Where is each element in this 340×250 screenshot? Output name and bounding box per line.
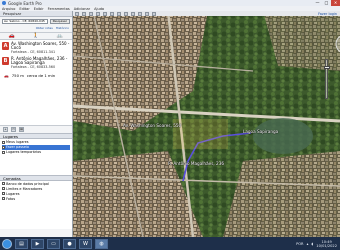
- checkbox[interactable]: [2, 151, 5, 154]
- folder-icon[interactable]: ▭: [11, 127, 16, 132]
- places-item-label: Lugares temporários: [6, 150, 42, 154]
- layers-item-label: Limites e Marcadores: [6, 187, 43, 191]
- history-icon[interactable]: [117, 11, 121, 16]
- search-panel-title: Pesquisar: [3, 11, 22, 16]
- route-end-title: R. Antônio Magalhães, 236 - Lagoa Sapira…: [11, 56, 68, 65]
- map-label-lagoa[interactable]: Lagoa Sapiranga: [243, 129, 278, 134]
- overlay-icon[interactable]: [103, 11, 107, 16]
- search-input[interactable]: Av. Sabino - CE, 60840-045: [2, 19, 48, 24]
- marker-b-icon: B: [2, 57, 9, 65]
- satellite-imagery: [73, 11, 340, 237]
- checkbox[interactable]: [2, 197, 5, 200]
- tour-icon[interactable]: [110, 11, 114, 16]
- checkbox[interactable]: [2, 182, 5, 185]
- search-row: Av. Sabino - CE, 60840-045 Pesquisar: [0, 17, 72, 26]
- add-icon[interactable]: +: [3, 127, 8, 132]
- menu-view[interactable]: Exibir: [34, 7, 44, 11]
- route-end-text: R. Antônio Magalhães, 236 - Lagoa Sapira…: [11, 56, 70, 70]
- sidebar-toolstrip: + ▭ ▤: [0, 126, 72, 133]
- menu-add[interactable]: Adicionar: [74, 7, 90, 11]
- google-earth-icon: [2, 1, 6, 5]
- clock-date: 10/01/2022: [316, 243, 337, 248]
- clock[interactable]: 10:49 10/01/2022: [316, 240, 337, 248]
- taskbar-folder-icon[interactable]: ▭: [47, 238, 60, 249]
- bike-icon[interactable]: 🚲: [57, 33, 63, 39]
- marker-a-icon: A: [2, 42, 9, 50]
- taskbar-media-icon[interactable]: ▶: [31, 238, 44, 249]
- route-distance: 750 m: [11, 73, 24, 78]
- car-icon: 🚗: [4, 73, 9, 78]
- history-link[interactable]: Histórico: [56, 26, 69, 30]
- planets-icon[interactable]: [131, 11, 135, 16]
- checkbox[interactable]: [2, 141, 5, 144]
- print-icon[interactable]: ▤: [19, 127, 24, 132]
- walk-icon[interactable]: 🚶: [33, 33, 39, 39]
- route-end-sub: Fortaleza - CE, 60833-560: [11, 65, 56, 69]
- route-end[interactable]: B R. Antônio Magalhães, 236 - Lagoa Sapi…: [2, 57, 70, 69]
- taskbar: ▤ ▶ ▭ ● W ◍ POR ▴ ◖ 10:49 10/01/2022: [0, 237, 340, 250]
- layers-title: Camadas: [3, 175, 21, 181]
- route-start-sub: Fortaleza - CE, 60811-341: [11, 50, 56, 54]
- system-tray: POR ▴ ◖ 10:49 10/01/2022: [296, 240, 337, 248]
- polygon-icon[interactable]: [89, 11, 93, 16]
- print-icon[interactable]: [152, 11, 156, 16]
- route-start-title: Av. Washington Soares, 550 - Cocó: [11, 41, 70, 50]
- menu-edit[interactable]: Editar: [19, 7, 29, 11]
- travel-mode-row: 🚗 🚶 🚲: [0, 32, 72, 40]
- route-summary: 🚗 750 m cerca de 1 min: [2, 73, 70, 78]
- layers-item-label: Banco de dados principal: [6, 182, 49, 186]
- menu-file[interactable]: Arquivo: [2, 7, 15, 11]
- layers-item-label: Lugares: [6, 192, 20, 196]
- taskbar-chrome-icon[interactable]: ●: [63, 238, 76, 249]
- map-toolbar: Fazer login: [73, 11, 340, 16]
- menu-help[interactable]: Ajuda: [94, 7, 104, 11]
- window-title: Google Earth Pro: [8, 0, 42, 6]
- car-icon[interactable]: 🚗: [9, 33, 15, 39]
- hide-sidebar-icon[interactable]: [75, 11, 79, 16]
- layers-item-label: Fotos: [6, 197, 16, 201]
- checkbox[interactable]: [2, 192, 5, 195]
- sidebar: Pesquisar Av. Sabino - CE, 60840-045 Pes…: [0, 11, 73, 237]
- ruler-icon[interactable]: [138, 11, 142, 16]
- zoom-knob[interactable]: [324, 66, 330, 69]
- checkbox[interactable]: [2, 187, 5, 190]
- places-tree: Meus lugares Fazer passeio Lugares tempo…: [0, 139, 72, 175]
- start-button[interactable]: [2, 238, 12, 249]
- menu-tools[interactable]: Ferramentas: [48, 7, 70, 11]
- map-label-origin[interactable]: Av. Washington Soares, 550: [123, 123, 181, 128]
- route-results: A Av. Washington Soares, 550 - Cocó Fort…: [0, 40, 72, 126]
- sun-icon[interactable]: [124, 11, 128, 16]
- get-directions-link[interactable]: Obter rotas: [36, 26, 53, 30]
- route-start[interactable]: A Av. Washington Soares, 550 - Cocó Fort…: [2, 42, 70, 54]
- route-duration: cerca de 1 min: [26, 73, 56, 78]
- map-label-destination[interactable]: R. Antônio Magalhães, 236: [168, 161, 224, 166]
- places-item-temporary[interactable]: Lugares temporários: [2, 150, 70, 155]
- path-icon[interactable]: [96, 11, 100, 16]
- layers-item-photos[interactable]: Fotos: [2, 197, 70, 202]
- map-view[interactable]: Av. Washington Soares, 550 R. Antônio Ma…: [73, 11, 340, 237]
- network-icon[interactable]: ▴: [307, 242, 309, 246]
- volume-icon[interactable]: ◖: [311, 242, 313, 246]
- layers-tree: Banco de dados principal Limites e Marca…: [0, 181, 72, 229]
- taskbar-explorer-icon[interactable]: ▤: [15, 238, 28, 249]
- places-title: Lugares: [3, 133, 18, 139]
- placemark-icon[interactable]: [82, 11, 86, 16]
- route-start-text: Av. Washington Soares, 550 - Cocó Fortal…: [11, 41, 70, 55]
- sign-in-link[interactable]: Fazer login: [318, 12, 337, 16]
- zoom-slider[interactable]: [324, 59, 330, 99]
- taskbar-google-earth-icon[interactable]: ◍: [95, 238, 108, 249]
- search-button[interactable]: Pesquisar: [49, 19, 70, 24]
- email-icon[interactable]: [145, 11, 149, 16]
- taskbar-word-icon[interactable]: W: [79, 238, 92, 249]
- language-indicator[interactable]: POR: [296, 242, 304, 246]
- search-links: Obter rotas Histórico: [0, 26, 72, 30]
- checkbox[interactable]: [2, 146, 5, 149]
